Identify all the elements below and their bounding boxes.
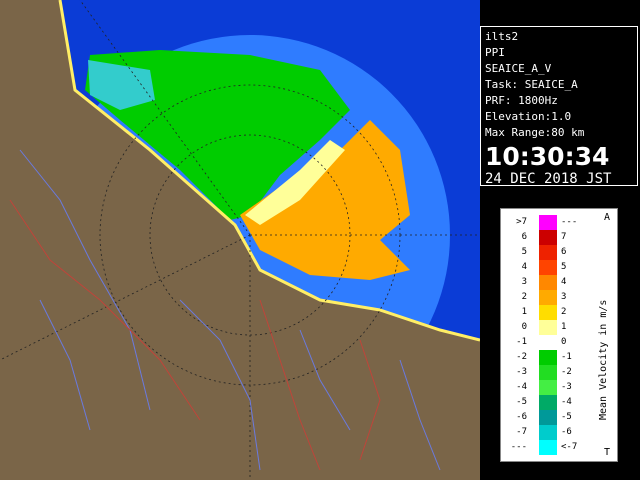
legend-right-label: 5 (561, 262, 567, 272)
legend-swatch (539, 230, 557, 245)
legend-swatch (539, 440, 557, 455)
legend-swatch (539, 425, 557, 440)
radar-info-panel: ilts2 PPI SEAICE_A_V Task: SEAICE_A PRF:… (480, 26, 638, 187)
legend-swatch (539, 260, 557, 275)
legend-left-label: 1 (521, 307, 527, 317)
legend-corner-bottom: T (604, 447, 611, 458)
legend-right-label: 6 (561, 247, 567, 257)
legend-row: -7 -6 (501, 425, 619, 440)
legend-row: 34 (501, 275, 619, 290)
legend-left-label: 5 (521, 247, 527, 257)
legend-left-label: -5 (516, 397, 527, 407)
legend-swatch (539, 365, 557, 380)
task-file: SEAICE_A_V (485, 62, 552, 75)
legend-row: >7 --- (501, 215, 619, 230)
legend-swatch (539, 335, 557, 350)
legend-right-label: --- (561, 217, 578, 227)
legend-left-label: 3 (521, 277, 527, 287)
legend-left-label: 2 (521, 292, 527, 302)
product-type: PPI (485, 46, 505, 59)
legend-right-label: 0 (561, 337, 567, 347)
legend-right-label: 1 (561, 322, 567, 332)
legend-swatch (539, 380, 557, 395)
legend-right-label: <-7 (561, 442, 578, 452)
radar-ppi-map (0, 0, 480, 480)
legend-left-label: -3 (516, 367, 527, 377)
legend-right-label: 2 (561, 307, 567, 317)
elevation-value: Elevation:1.0 (485, 110, 572, 123)
legend-left-label: -1 (516, 337, 527, 347)
legend-left-label: 6 (521, 232, 527, 242)
legend-right-label: -5 (561, 412, 572, 422)
legend-right-label: -4 (561, 397, 572, 407)
legend-swatch (539, 290, 557, 305)
time-display: 10:30:34 (485, 142, 610, 171)
legend-swatch (539, 320, 557, 335)
legend-left-label: -7 (516, 427, 527, 437)
legend-left-label: 0 (521, 322, 527, 332)
legend-left-label: -4 (516, 382, 527, 392)
legend-left-label: -6 (516, 412, 527, 422)
legend-row: 45 (501, 260, 619, 275)
max-range-value: Max Range:80 km (485, 126, 585, 139)
task-name: Task: SEAICE_A (485, 78, 578, 91)
legend-swatch (539, 215, 557, 230)
legend-row: 67 (501, 230, 619, 245)
legend-row: 56 (501, 245, 619, 260)
legend-title: Mean Velocity in m/s (598, 299, 609, 420)
site-name: ilts2 (485, 30, 519, 43)
date-display: 24 DEC 2018 JST (485, 171, 612, 187)
legend-left-label: 4 (521, 262, 527, 272)
legend-swatch (539, 305, 557, 320)
legend-right-label: 7 (561, 232, 567, 242)
legend-right-label: -1 (561, 352, 572, 362)
legend-swatch (539, 350, 557, 365)
legend-left-label: -2 (516, 352, 527, 362)
prf-value: PRF: 1800Hz (485, 94, 558, 107)
legend-swatch (539, 275, 557, 290)
legend-corner-top: A (604, 212, 611, 223)
legend-right-label: 4 (561, 277, 567, 287)
legend-row: --- <-7 (501, 440, 619, 455)
legend-left-label: --- (510, 442, 527, 452)
legend-left-label: >7 (516, 217, 527, 227)
legend-swatch (539, 245, 557, 260)
legend-right-label: 3 (561, 292, 567, 302)
legend-swatch (539, 410, 557, 425)
legend-right-label: -2 (561, 367, 572, 377)
legend-swatch (539, 395, 557, 410)
legend-right-label: -6 (561, 427, 572, 437)
legend-right-label: -3 (561, 382, 572, 392)
